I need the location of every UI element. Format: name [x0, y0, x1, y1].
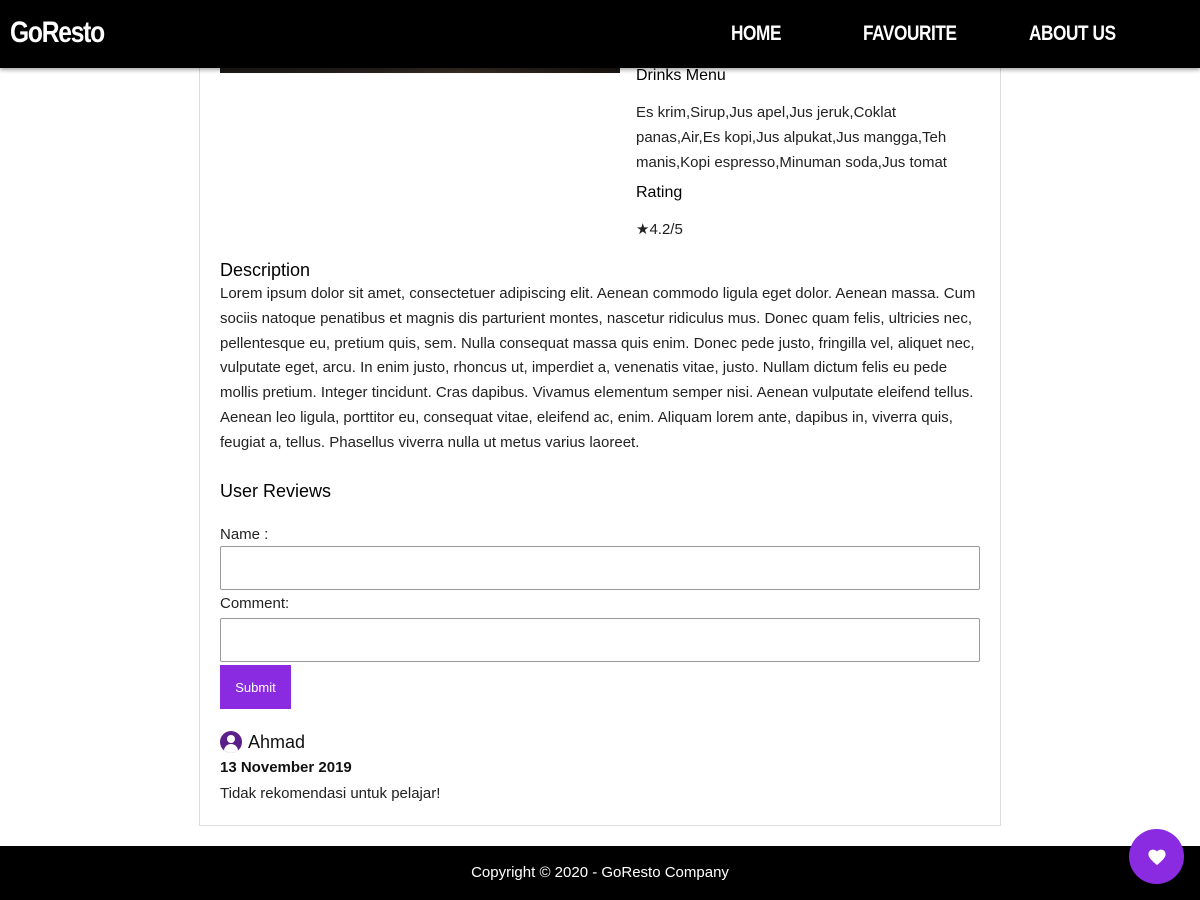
- rating-heading: Rating: [636, 184, 683, 201]
- description-text: Lorem ipsum dolor sit amet, consectetuer…: [220, 285, 976, 451]
- restaurant-detail-card: Drinks Menu Es krim,Sirup,Jus apel,Jus j…: [199, 0, 1001, 826]
- review-form: Name : Comment: Submit: [220, 524, 980, 709]
- description-section: Description Lorem ipsum dolor sit amet, …: [220, 258, 985, 456]
- drinks-menu-list: Es krim,Sirup,Jus apel,Jus jeruk,Coklat …: [636, 104, 947, 171]
- favourite-button[interactable]: [1129, 829, 1184, 884]
- nav-home-link[interactable]: HOME: [731, 22, 781, 46]
- app-header: GoResto HOME FAVOURITE ABOUT US: [0, 0, 1200, 68]
- review-date: 13 November 2019: [220, 759, 352, 776]
- name-input[interactable]: [220, 546, 980, 590]
- user-circle-icon: [220, 731, 242, 753]
- review-item: Ahmad 13 November 2019 Tidak rekomendasi…: [220, 730, 980, 806]
- user-reviews-heading: User Reviews: [220, 481, 332, 501]
- heart-icon: [1147, 849, 1166, 865]
- name-label: Name :: [220, 526, 269, 543]
- comment-input[interactable]: [220, 618, 980, 662]
- reviewer-name: Ahmad: [248, 731, 306, 752]
- nav-about-link[interactable]: ABOUT US: [1029, 22, 1116, 46]
- description-heading: Description: [220, 260, 311, 280]
- reviewer: Ahmad: [220, 730, 980, 754]
- logo[interactable]: GoResto: [10, 16, 105, 50]
- copyright-text: Copyright © 2020 - GoResto Company: [471, 864, 729, 881]
- submit-button[interactable]: Submit: [220, 665, 291, 709]
- restaurant-info: Drinks Menu Es krim,Sirup,Jus apel,Jus j…: [636, 64, 981, 248]
- nav-favourite-link[interactable]: FAVOURITE: [863, 22, 957, 46]
- rating-value: ★4.2/5: [636, 221, 683, 238]
- review-text: Tidak rekomendasi untuk pelajar!: [220, 785, 441, 802]
- app-footer: Copyright © 2020 - GoResto Company: [0, 846, 1200, 900]
- comment-label: Comment:: [220, 595, 290, 612]
